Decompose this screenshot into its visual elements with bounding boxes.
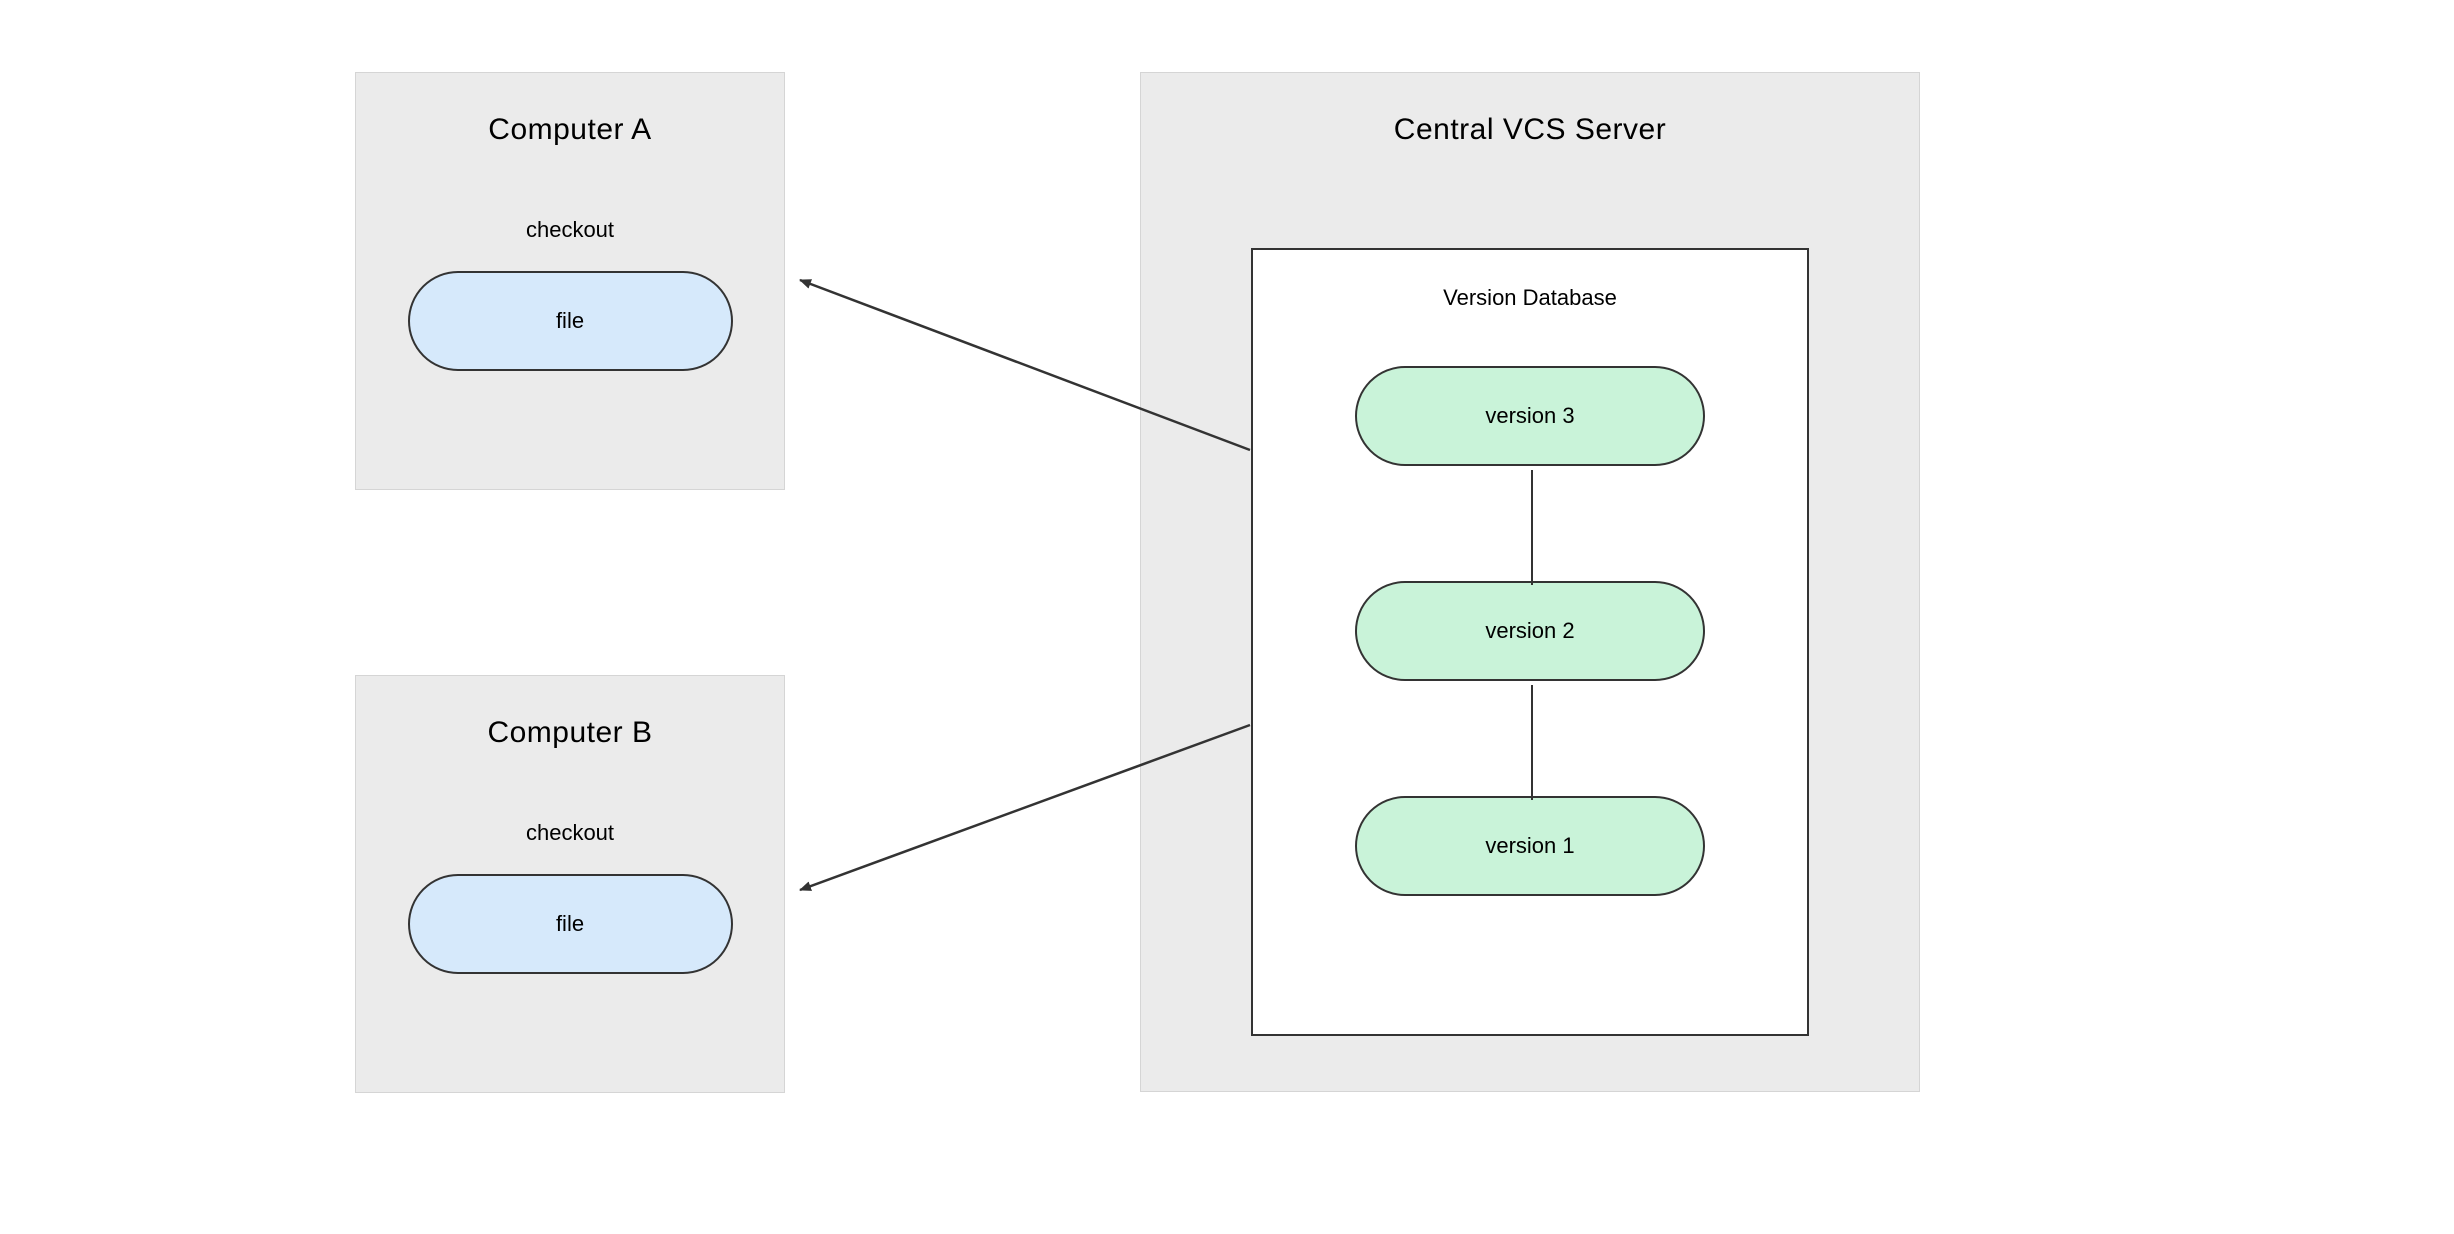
computer-b-checkout-label: checkout bbox=[356, 820, 784, 846]
vcs-diagram: Computer A checkout file Computer B chec… bbox=[0, 0, 2454, 1234]
version-3-label: version 3 bbox=[1485, 403, 1574, 429]
version-database-title: Version Database bbox=[1253, 285, 1807, 311]
server-panel: Central VCS Server Version Database vers… bbox=[1140, 72, 1920, 1092]
server-title: Central VCS Server bbox=[1141, 113, 1919, 147]
computer-b-file-label: file bbox=[556, 911, 584, 937]
computer-a-checkout-label: checkout bbox=[356, 217, 784, 243]
version-2-label: version 2 bbox=[1485, 618, 1574, 644]
version-1-pill: version 1 bbox=[1355, 796, 1705, 896]
computer-a-file-label: file bbox=[556, 308, 584, 334]
connector-v3-v2 bbox=[1531, 470, 1533, 585]
computer-a-file-pill: file bbox=[408, 271, 733, 371]
computer-b-title: Computer B bbox=[356, 716, 784, 750]
connector-v2-v1 bbox=[1531, 685, 1533, 800]
version-1-label: version 1 bbox=[1485, 833, 1574, 859]
version-2-pill: version 2 bbox=[1355, 581, 1705, 681]
computer-b-file-pill: file bbox=[408, 874, 733, 974]
computer-a-panel: Computer A checkout file bbox=[355, 72, 785, 490]
computer-a-title: Computer A bbox=[356, 113, 784, 147]
computer-b-panel: Computer B checkout file bbox=[355, 675, 785, 1093]
version-3-pill: version 3 bbox=[1355, 366, 1705, 466]
version-database-box: Version Database version 3 version 2 ver… bbox=[1251, 248, 1809, 1036]
